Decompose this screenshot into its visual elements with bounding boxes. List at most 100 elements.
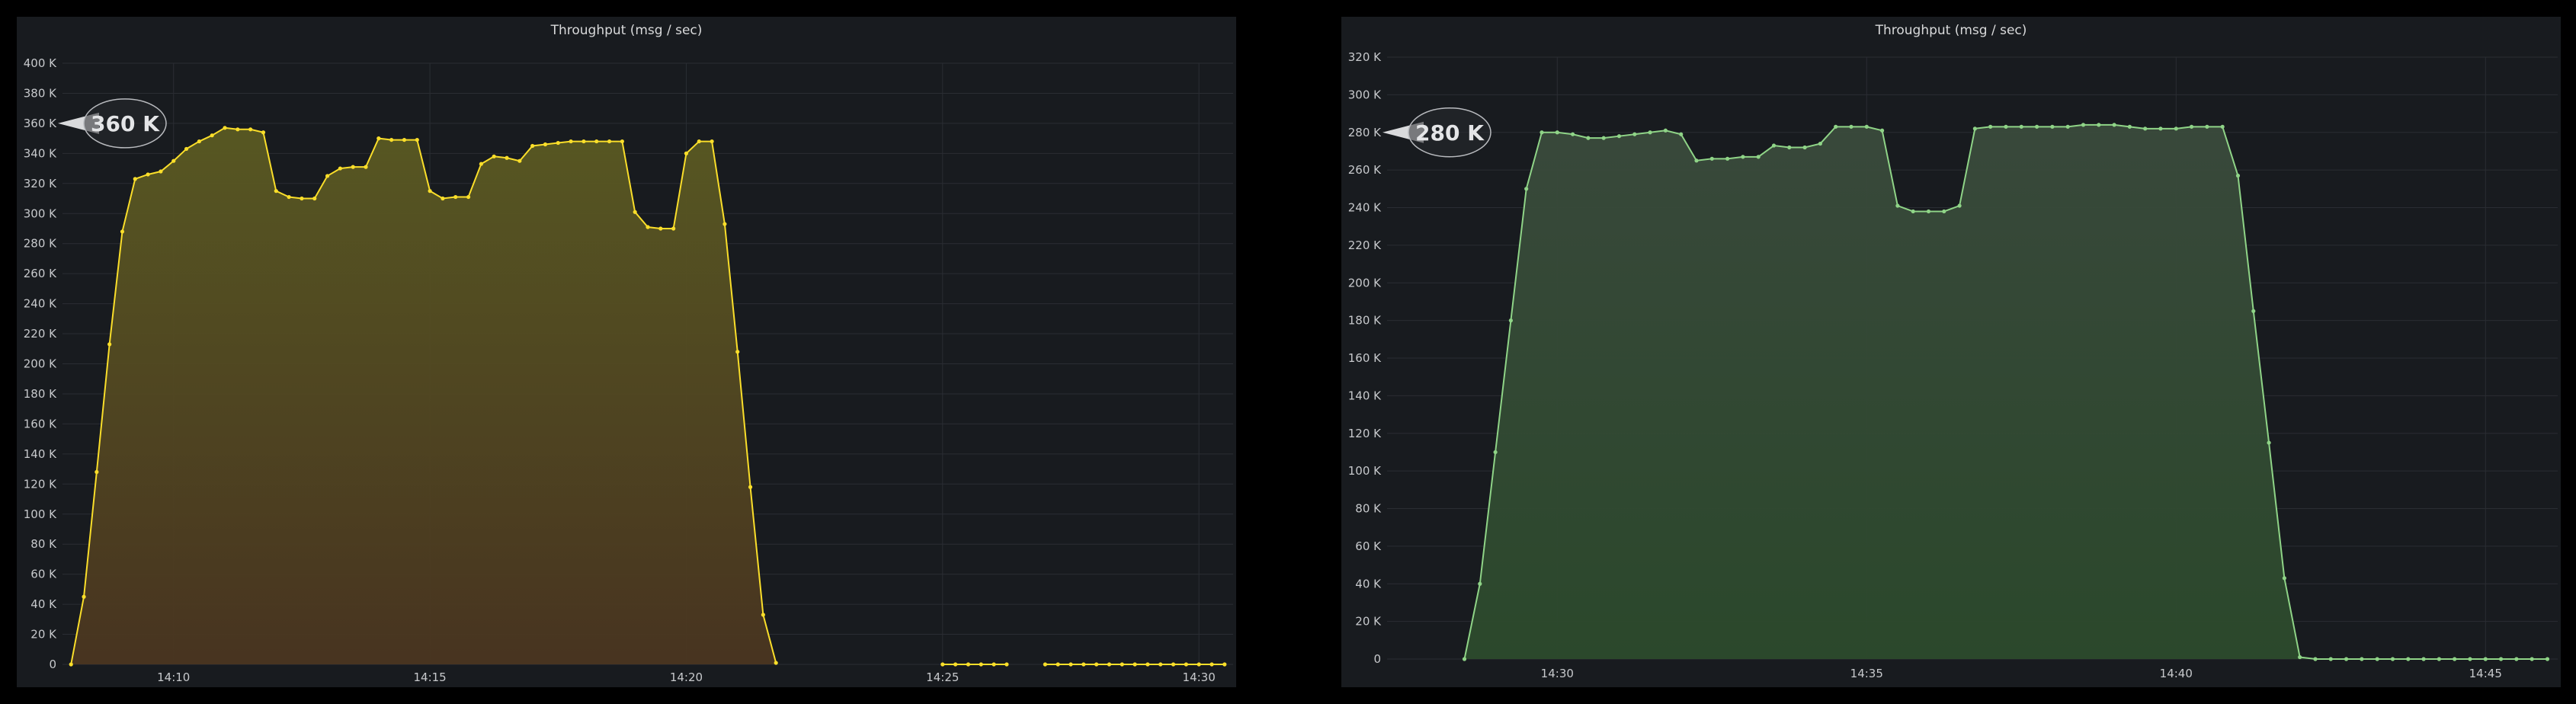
- y-tick-label: 60 K: [30, 568, 57, 581]
- y-tick-label: 80 K: [30, 537, 57, 551]
- x-tick-label: 14:30: [1183, 670, 1216, 684]
- data-point: [671, 226, 676, 231]
- y-tick-label: 160 K: [1348, 351, 1382, 365]
- data-point: [2375, 657, 2379, 661]
- data-point: [1107, 662, 1112, 667]
- data-point: [2205, 124, 2209, 129]
- data-point: [2004, 124, 2008, 129]
- data-point: [300, 196, 304, 201]
- data-point: [1145, 662, 1150, 667]
- data-point: [992, 662, 996, 667]
- data-point: [2267, 440, 2271, 445]
- y-tick-label: 40 K: [1355, 577, 1382, 590]
- y-tick-label: 200 K: [24, 357, 57, 371]
- y-tick-label: 220 K: [24, 327, 57, 341]
- data-point: [1834, 124, 1838, 129]
- data-point: [1056, 662, 1060, 667]
- data-point: [620, 139, 624, 144]
- y-tick-label: 320 K: [24, 177, 57, 190]
- data-point: [159, 169, 163, 174]
- data-point: [1462, 657, 1467, 661]
- data-point: [1942, 209, 1946, 214]
- data-point: [2313, 657, 2318, 661]
- y-tick-label: 120 K: [1348, 427, 1382, 440]
- data-point: [415, 137, 419, 142]
- data-point: [1601, 136, 1606, 140]
- data-point: [120, 229, 125, 234]
- data-point: [1478, 581, 1482, 586]
- y-tick-label: 200 K: [1348, 276, 1382, 290]
- data-point: [953, 662, 958, 667]
- data-point: [1508, 318, 1513, 323]
- x-tick-label: 14:30: [1541, 667, 1574, 680]
- data-point: [274, 189, 278, 194]
- data-point: [2251, 309, 2256, 313]
- y-tick-label: 280 K: [1348, 126, 1382, 139]
- data-point: [1540, 130, 1544, 135]
- data-point: [633, 210, 637, 214]
- data-point: [1094, 662, 1099, 667]
- data-point: [2235, 173, 2241, 178]
- data-point: [2081, 123, 2086, 127]
- x-tick-label: 14:35: [1850, 667, 1883, 680]
- y-tick-label: 160 K: [24, 417, 57, 430]
- data-point: [940, 662, 945, 667]
- x-tick-label: 14:10: [157, 670, 190, 684]
- data-point: [722, 222, 727, 226]
- data-point: [1895, 203, 1900, 208]
- data-point: [2328, 657, 2333, 661]
- data-point: [530, 143, 535, 149]
- data-point: [2483, 657, 2488, 661]
- data-point: [1210, 662, 1214, 667]
- data-point: [1616, 134, 1622, 139]
- data-point: [1802, 145, 1807, 150]
- y-tick-label: 0: [49, 658, 56, 671]
- data-point: [1069, 662, 1073, 667]
- data-point: [1004, 662, 1009, 667]
- data-point: [2282, 576, 2286, 581]
- data-point: [466, 194, 471, 200]
- peak-callout: 360 K: [58, 98, 167, 149]
- data-point: [594, 139, 599, 144]
- y-tick-label: 140 K: [1348, 389, 1382, 402]
- data-point: [505, 155, 509, 160]
- data-point: [1043, 662, 1047, 667]
- data-point: [2453, 657, 2457, 661]
- data-point: [248, 127, 253, 132]
- data-point: [1911, 209, 1915, 214]
- throughput-panel-right: Throughput (msg / sec) 0 20 K 40 K 60 K 80 K…: [1341, 17, 2561, 687]
- data-point: [428, 189, 432, 194]
- data-point: [2143, 126, 2148, 131]
- data-point: [2390, 657, 2395, 661]
- y-tick-label: 20 K: [30, 628, 57, 642]
- data-point: [107, 342, 112, 347]
- data-point: [133, 177, 137, 181]
- data-point: [2158, 126, 2163, 131]
- data-point: [351, 165, 355, 169]
- data-point: [1725, 156, 1730, 161]
- data-point: [2406, 657, 2411, 661]
- data-point: [235, 127, 240, 132]
- y-tick-label: 300 K: [1348, 88, 1382, 101]
- data-point: [2220, 124, 2225, 129]
- data-point: [658, 226, 663, 231]
- data-point: [1756, 155, 1761, 159]
- data-point: [402, 137, 407, 142]
- data-point: [338, 166, 342, 171]
- data-point: [453, 194, 458, 200]
- y-tick-label: 240 K: [24, 297, 57, 311]
- data-point: [1586, 136, 1591, 140]
- data-point: [1493, 450, 1498, 455]
- data-point: [1081, 662, 1086, 667]
- data-point: [517, 158, 522, 163]
- data-point: [1787, 145, 1792, 150]
- data-point: [146, 172, 150, 177]
- data-point: [82, 594, 86, 599]
- data-point: [761, 613, 765, 617]
- data-point: [1197, 662, 1201, 667]
- data-point: [1694, 158, 1699, 163]
- y-tick-label: 80 K: [1355, 502, 1382, 516]
- data-point: [2530, 657, 2534, 661]
- y-tick-label: 260 K: [24, 267, 57, 280]
- data-point: [582, 139, 586, 144]
